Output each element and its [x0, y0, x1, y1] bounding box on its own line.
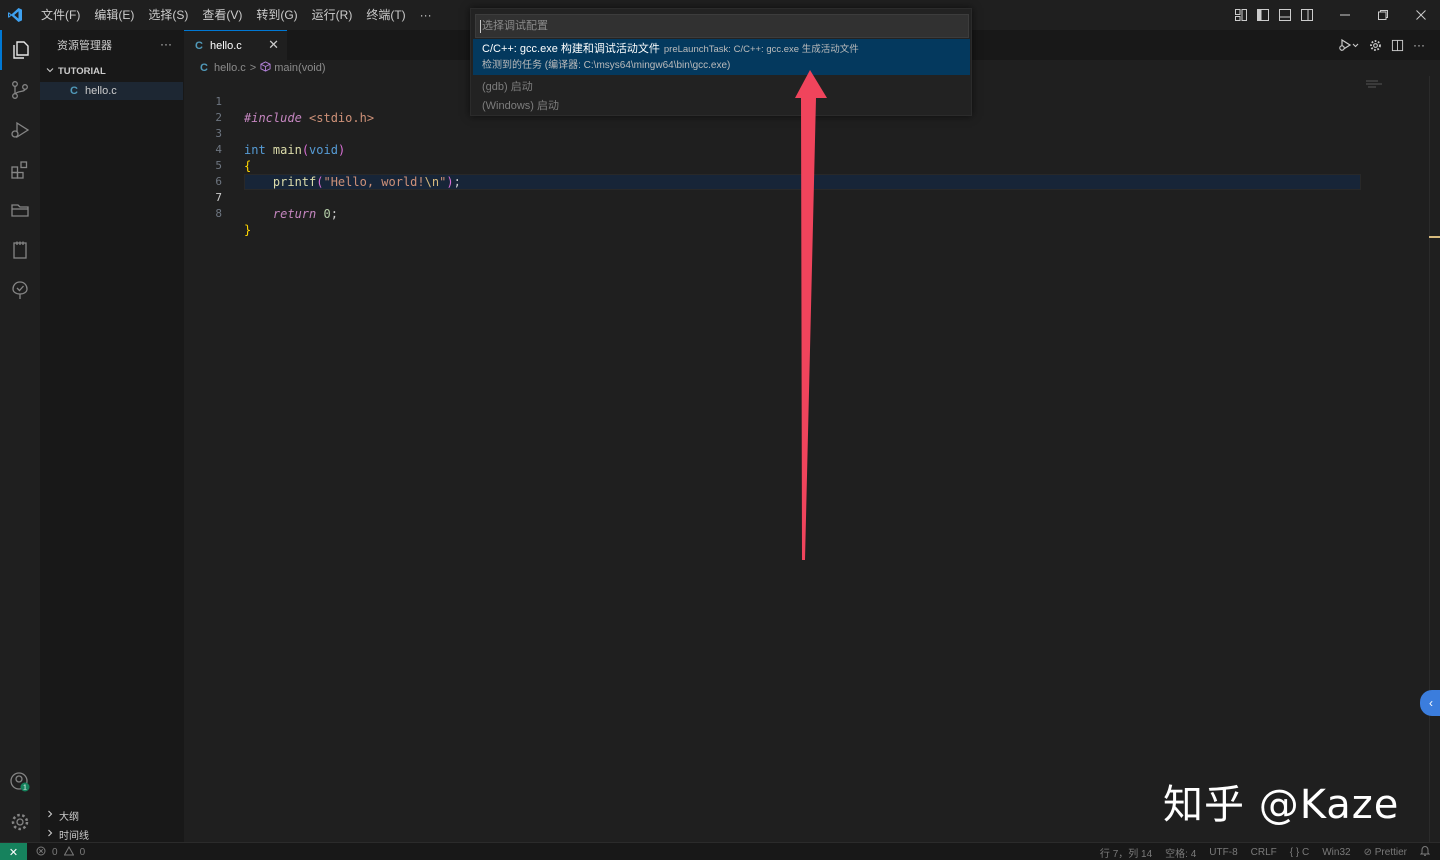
svg-text:1: 1 [23, 785, 27, 792]
split-editor-icon[interactable] [1386, 34, 1408, 56]
quickpick-item-detail: 检测到的任务 (编译器: C:\msys64\mingw64\bin\gcc.e… [482, 60, 731, 71]
customize-layout-icon[interactable] [1230, 0, 1252, 30]
menu-bar: 文件(F) 编辑(E) 选择(S) 查看(V) 转到(G) 运行(R) 终端(T… [34, 0, 439, 30]
more-actions-icon[interactable]: ··· [1408, 34, 1430, 56]
close-window-icon[interactable] [1402, 0, 1440, 30]
number-literal: 0 [316, 207, 331, 221]
run-debug-icon[interactable] [0, 110, 40, 150]
semicolon: ; [330, 207, 338, 221]
file-hello-c[interactable]: C hello.c [40, 82, 183, 100]
timeline-label: 时间线 [59, 830, 89, 842]
vscode-logo-icon [0, 0, 30, 30]
remote-indicator[interactable]: ✕ [0, 843, 27, 860]
menu-run[interactable]: 运行(R) [305, 0, 360, 30]
outline-label: 大纲 [59, 811, 79, 823]
brace: } [244, 223, 252, 237]
sidebar-header: 资源管理器 ··· [40, 30, 184, 60]
text-caret [480, 19, 481, 33]
explorer-sidebar: 资源管理器 ··· TUTORIAL C hello.c 大纲 时间线 [40, 30, 184, 842]
gear-icon[interactable] [1364, 34, 1386, 56]
error-count: 0 [52, 846, 58, 858]
prettier-status[interactable]: ⊘ Prettier [1364, 847, 1407, 858]
quickpick-item-description: preLaunchTask: C/C++: gcc.exe 生成活动文件 [663, 44, 859, 55]
folder-icon[interactable] [0, 190, 40, 230]
folder-label: TUTORIAL [58, 65, 106, 77]
extensions-icon[interactable] [0, 150, 40, 190]
quickpick-item-selected[interactable]: C/C++: gcc.exe 构建和调试活动文件 preLaunchTask: C… [473, 39, 970, 75]
breadcrumb-file[interactable]: hello.c [214, 62, 246, 74]
quickpick-placeholder: 选择调试配置 [482, 20, 548, 32]
minimize-icon[interactable] [1326, 0, 1364, 30]
scrollbar-marker [1429, 236, 1440, 238]
chevron-right-icon [46, 829, 54, 840]
accounts-icon[interactable]: 1 [0, 762, 40, 802]
toggle-secondary-sidebar-icon[interactable] [1296, 0, 1318, 30]
toggle-primary-sidebar-icon[interactable] [1252, 0, 1274, 30]
bell-icon[interactable] [1419, 845, 1431, 859]
editor-scrollbar[interactable] [1429, 76, 1440, 842]
status-bar: ✕ 0 0 行 7，列 14 空格: 4 UTF-8 CRLF { } C Wi… [0, 842, 1440, 860]
language-mode[interactable]: { } C [1290, 847, 1309, 858]
cube-symbol-icon [260, 61, 271, 75]
error-icon [36, 846, 46, 859]
minimap-icon [1364, 78, 1384, 92]
quickpick-item-windows[interactable]: (Windows) 启动 [482, 97, 559, 113]
explorer-icon[interactable] [0, 30, 40, 70]
folder-tutorial[interactable]: TUTORIAL [40, 62, 184, 80]
breadcrumb: C hello.c > main(void) [200, 60, 326, 76]
end-of-line[interactable]: CRLF [1251, 847, 1277, 858]
outline-section[interactable]: 大纲 [46, 806, 79, 824]
editor-actions: ··· [1334, 30, 1440, 60]
chevron-right-icon [46, 810, 54, 821]
run-debug-dropdown-icon[interactable] [1334, 34, 1364, 56]
activity-bar: 1 [0, 30, 40, 842]
settings-gear-icon[interactable] [0, 802, 40, 842]
tab-label: hello.c [209, 39, 242, 52]
menu-view[interactable]: 查看(V) [195, 0, 249, 30]
tab-hello-c[interactable]: C hello.c ✕ [184, 30, 287, 60]
restore-icon[interactable] [1364, 0, 1402, 30]
quickpick-item-label: C/C++: gcc.exe 构建和调试活动文件 [482, 43, 660, 55]
warning-icon [63, 845, 74, 859]
c-file-icon: C [195, 39, 203, 52]
close-tab-icon[interactable]: ✕ [268, 37, 279, 53]
c-file-icon: C [70, 85, 78, 97]
notebook-icon[interactable] [0, 230, 40, 270]
chevron-down-icon [46, 66, 54, 77]
indentation[interactable]: 空格: 4 [1165, 845, 1196, 860]
cursor-position[interactable]: 行 7，列 14 [1100, 845, 1152, 860]
menu-edit[interactable]: 编辑(E) [87, 0, 141, 30]
platform[interactable]: Win32 [1322, 847, 1350, 858]
sidebar-more-button[interactable]: ··· [160, 37, 172, 51]
warning-count: 0 [79, 846, 86, 858]
menu-more[interactable]: ··· [413, 0, 439, 30]
debug-config-quickpick: 选择调试配置 C/C++: gcc.exe 构建和调试活动文件 preLaunch… [470, 8, 972, 116]
file-label: hello.c [84, 85, 117, 97]
chevron-left-icon[interactable]: ‹ [1420, 690, 1440, 716]
status-right: 行 7，列 14 空格: 4 UTF-8 CRLF { } C Win32 ⊘ … [1100, 843, 1431, 860]
quickpick-item-gdb[interactable]: (gdb) 启动 [482, 78, 533, 94]
menu-file[interactable]: 文件(F) [34, 0, 87, 30]
timeline-section[interactable]: 时间线 [46, 825, 89, 843]
menu-go[interactable]: 转到(G) [249, 0, 304, 30]
breadcrumb-separator: > [249, 62, 257, 74]
menu-selection[interactable]: 选择(S) [141, 0, 195, 30]
window-controls [1230, 0, 1440, 30]
watermark: 知乎 @Kaze [1163, 782, 1400, 828]
quickpick-input[interactable]: 选择调试配置 [475, 14, 969, 38]
annotation-arrow [795, 70, 827, 560]
c-file-icon: C [200, 62, 208, 74]
testing-icon[interactable] [0, 270, 40, 310]
return-keyword: return [244, 207, 317, 221]
toggle-panel-icon[interactable] [1274, 0, 1296, 30]
encoding[interactable]: UTF-8 [1209, 847, 1237, 858]
prettier-icon: ⊘ [1363, 846, 1372, 858]
line-number: 8 [215, 207, 222, 220]
source-control-icon[interactable] [0, 70, 40, 110]
status-problems[interactable]: 0 0 [36, 843, 85, 860]
sidebar-title: 资源管理器 [57, 40, 112, 52]
prettier-label: Prettier [1374, 846, 1407, 858]
breadcrumb-symbol[interactable]: main(void) [274, 62, 325, 74]
menu-terminal[interactable]: 终端(T) [359, 0, 412, 30]
